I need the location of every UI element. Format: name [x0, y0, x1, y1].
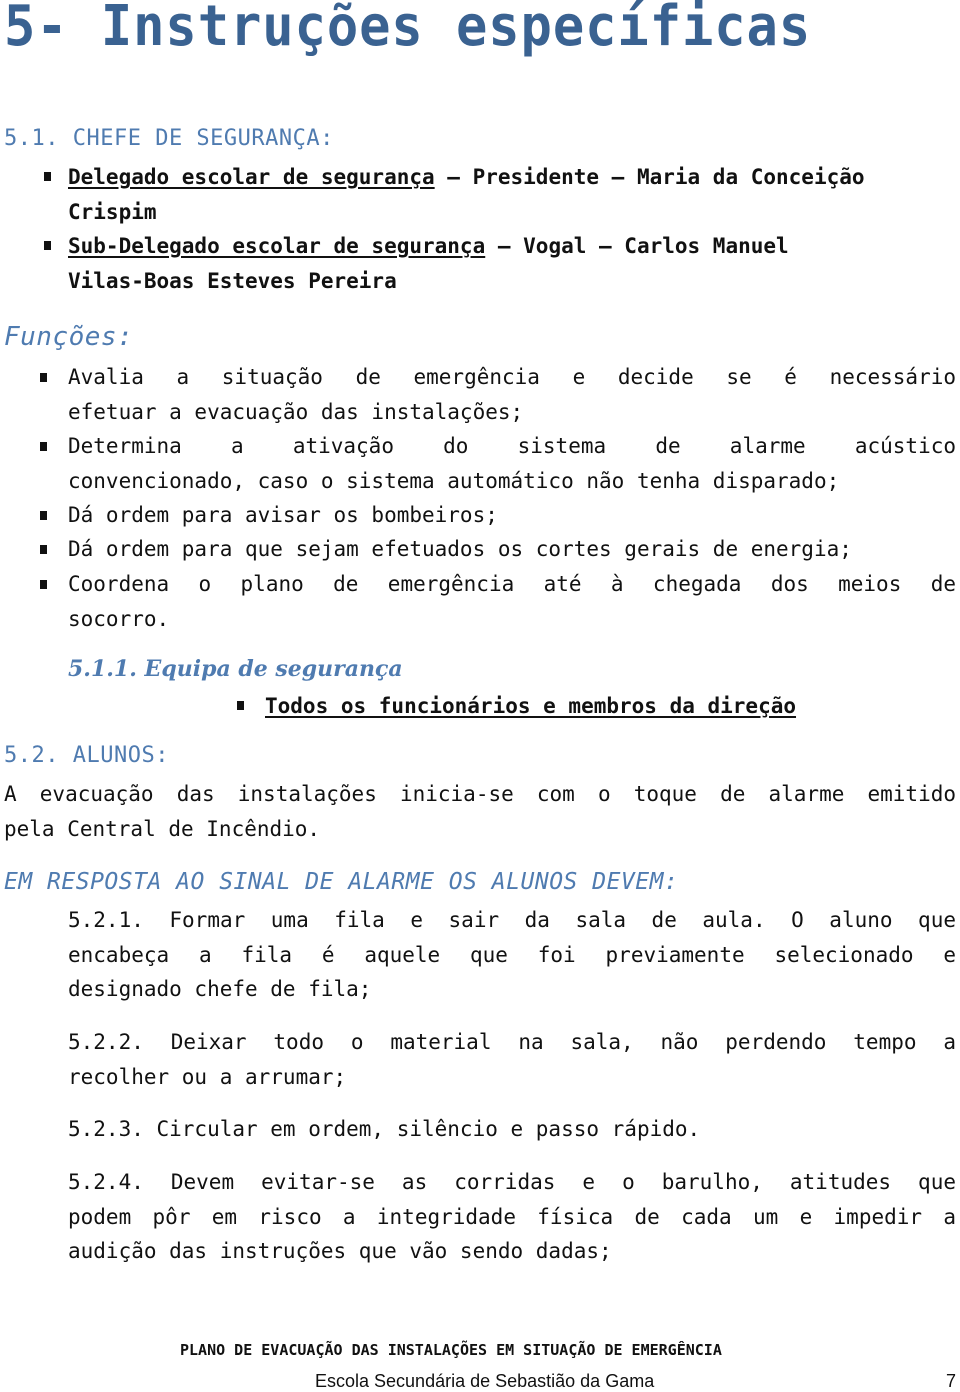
member-role: Sub-Delegado escolar de segurança [68, 234, 486, 258]
member-detail-cont: Crispim [68, 200, 157, 224]
section-5-2-heading: 5.2. ALUNOS: [4, 743, 169, 768]
response-heading: EM RESPOSTA AO SINAL DE ALARME OS ALUNOS… [4, 869, 679, 895]
page-number: 7 [946, 1371, 957, 1391]
instruction-item: 5.2.2. Deixar todo o material na sala, n… [68, 1025, 956, 1094]
instruction-text: encabeça a fila é aquele que foi previam… [68, 942, 956, 967]
section-5-2-intro: A evacuação das instalações inicia-se co… [4, 777, 956, 846]
bullet-icon [40, 511, 47, 520]
footer-school: Escola Secundária de Sebastião da Gama [315, 1371, 655, 1391]
function-item: Dá ordem para que sejam efetuados os cor… [68, 537, 852, 561]
team-item: Todos os funcionários e membros da direç… [265, 694, 797, 718]
member-item: Delegado escolar de segurança – Presiden… [68, 160, 865, 195]
function-item: Determina a ativação do sistema de alarm… [68, 429, 956, 498]
member-role: Delegado escolar de segurança [68, 165, 435, 189]
member-item: Sub-Delegado escolar de segurança – Voga… [68, 229, 789, 264]
function-text: Avalia a situação de emergência e decide… [68, 365, 956, 389]
function-item: Coordena o plano de emergência até à che… [68, 567, 956, 636]
bullet-icon [237, 701, 244, 710]
instruction-text: 5.2.4. Devem evitar-se as corridas e o b… [68, 1170, 956, 1194]
instruction-item: 5.2.4. Devem evitar-se as corridas e o b… [68, 1165, 956, 1269]
instruction-text: designado chefe de fila; [68, 977, 372, 1001]
functions-heading: Funções: [4, 322, 134, 352]
bullet-icon [40, 442, 47, 451]
function-text: Determina a ativação do sistema de alarm… [68, 434, 956, 458]
instruction-item: 5.2.3. Circular em ordem, silêncio e pas… [68, 1117, 701, 1141]
bullet-icon [44, 172, 51, 181]
bullet-icon [40, 545, 47, 554]
page-title: 5- Instruções específicas [4, 0, 812, 59]
function-text-cont: efetuar a evacuação das instalações; [68, 399, 524, 424]
function-text-cont: socorro. [68, 606, 170, 631]
member-detail: – Vogal – Carlos Manuel [485, 234, 789, 258]
bullet-icon [44, 241, 51, 250]
member-detail-cont: Vilas-Boas Esteves Pereira [68, 269, 397, 293]
intro-text: A evacuação das instalações inicia-se co… [4, 782, 956, 806]
subsection-heading: 5.1.1. Equipa de segurança [68, 656, 403, 682]
function-text-cont: convencionado, caso o sistema automático… [68, 468, 840, 493]
function-text: Coordena o plano de emergência até à che… [68, 572, 956, 596]
function-item: Avalia a situação de emergência e decide… [68, 360, 956, 429]
intro-text-cont: pela Central de Incêndio. [4, 816, 321, 841]
bullet-icon [40, 580, 47, 589]
instruction-text: podem pôr em risco a integridade física … [68, 1204, 956, 1229]
footer-document-title: PLANO DE EVACUAÇÃO DAS INSTALAÇÕES EM SI… [180, 1341, 722, 1359]
instruction-text: 5.2.1. Formar uma fila e sair da sala de… [68, 908, 956, 932]
function-item: Dá ordem para avisar os bombeiros; [68, 503, 498, 527]
member-detail: – Presidente – Maria da Conceição [434, 165, 865, 189]
bullet-icon [40, 373, 47, 382]
instruction-item: 5.2.1. Formar uma fila e sair da sala de… [68, 903, 956, 1007]
section-5-1-heading: 5.1. CHEFE DE SEGURANÇA: [4, 126, 334, 151]
instruction-text: audição das instruções que vão sendo dad… [68, 1239, 612, 1263]
instruction-text: recolher ou a arrumar; [68, 1064, 347, 1089]
instruction-text: 5.2.2. Deixar todo o material na sala, n… [68, 1030, 956, 1054]
